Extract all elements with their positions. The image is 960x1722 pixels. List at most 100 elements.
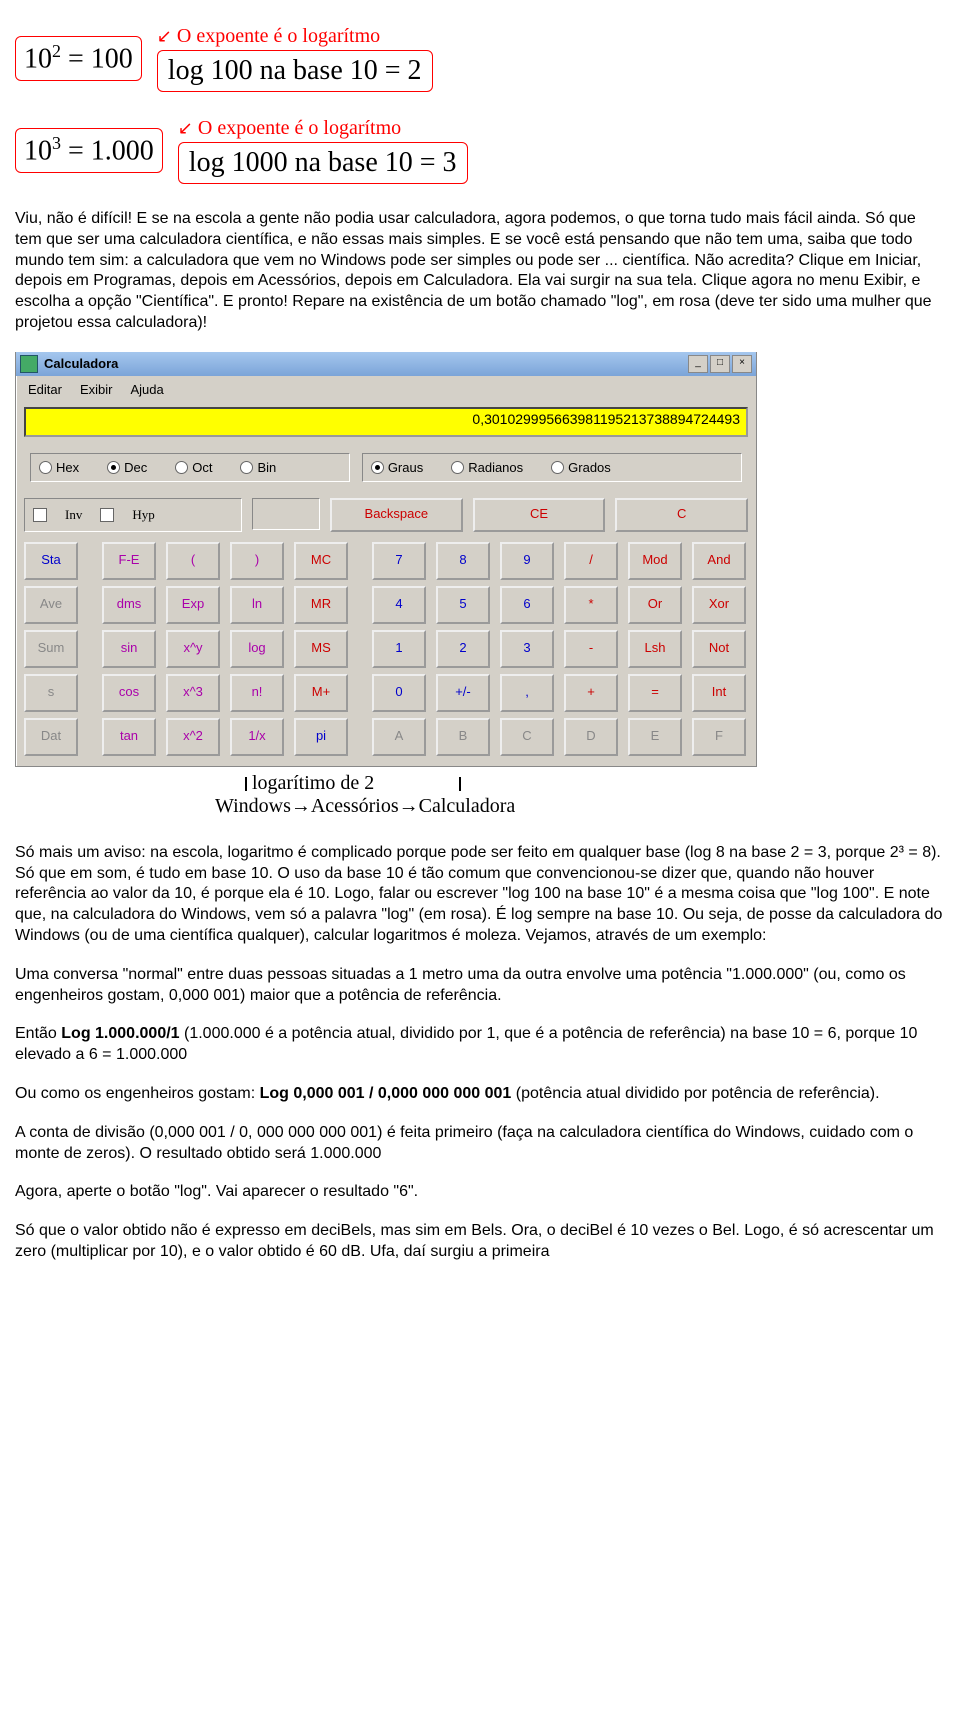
bold-log-2: Log 0,000 001 / 0,000 000 000 001 — [260, 1085, 512, 1102]
hyp-checkbox[interactable] — [100, 508, 114, 522]
equals-result: = 1.000 — [68, 136, 154, 167]
key-c[interactable]: C — [500, 718, 554, 756]
inv-checkbox[interactable] — [33, 508, 47, 522]
inv-hyp-group: Inv Hyp — [24, 498, 242, 532]
key-e[interactable]: E — [628, 718, 682, 756]
key-dms[interactable]: dms — [102, 586, 156, 624]
key-ave[interactable]: Ave — [24, 586, 78, 624]
maximize-button[interactable]: □ — [710, 355, 730, 373]
key-4[interactable]: 4 — [372, 586, 426, 624]
key-log[interactable]: log — [230, 630, 284, 668]
ce-button[interactable]: CE — [473, 498, 606, 532]
key-1[interactable]: 1 — [372, 630, 426, 668]
radio-bullet[interactable] — [240, 461, 253, 474]
key-[interactable]: * — [564, 586, 618, 624]
key-[interactable]: + — [564, 674, 618, 712]
radio-bullet[interactable] — [451, 461, 464, 474]
key-mod[interactable]: Mod — [628, 542, 682, 580]
key-and[interactable]: And — [692, 542, 746, 580]
radio-dec[interactable]: Dec — [107, 460, 147, 475]
key-[interactable]: = — [628, 674, 682, 712]
key-exp[interactable]: Exp — [166, 586, 220, 624]
menu-exibir[interactable]: Exibir — [80, 382, 113, 397]
key-m[interactable]: M+ — [294, 674, 348, 712]
key-a[interactable]: A — [372, 718, 426, 756]
key-ln[interactable]: ln — [230, 586, 284, 624]
radio-bullet[interactable] — [175, 461, 188, 474]
radio-radianos[interactable]: Radianos — [451, 460, 523, 475]
radio-hex[interactable]: Hex — [39, 460, 79, 475]
key-not[interactable]: Not — [692, 630, 746, 668]
radio-graus[interactable]: Graus — [371, 460, 423, 475]
key-n[interactable]: n! — [230, 674, 284, 712]
diagram-row-1: 102 = 100 ↙ O expoente é o logarítmo log… — [15, 25, 945, 92]
key-[interactable]: ( — [166, 542, 220, 580]
key-[interactable]: ) — [230, 542, 284, 580]
key-[interactable]: - — [564, 630, 618, 668]
menubar: Editar Exibir Ajuda — [16, 376, 756, 403]
callout-path: Windows→Acessórios→Calculadora — [215, 795, 945, 818]
key-f[interactable]: F — [692, 718, 746, 756]
key-or[interactable]: Or — [628, 586, 682, 624]
radio-bullet[interactable] — [107, 461, 120, 474]
key-pi[interactable]: pi — [294, 718, 348, 756]
arrow-icon: ↙ — [178, 118, 193, 138]
key-mc[interactable]: MC — [294, 542, 348, 580]
key-[interactable]: / — [564, 542, 618, 580]
radio-grados[interactable]: Grados — [551, 460, 611, 475]
radio-bullet[interactable] — [371, 461, 384, 474]
base: 10 — [24, 44, 52, 75]
key-xy[interactable]: x^y — [166, 630, 220, 668]
menu-ajuda[interactable]: Ajuda — [130, 382, 163, 397]
key-tan[interactable]: tan — [102, 718, 156, 756]
key-6[interactable]: 6 — [500, 586, 554, 624]
key-int[interactable]: Int — [692, 674, 746, 712]
key-sum[interactable]: Sum — [24, 630, 78, 668]
app-icon — [20, 355, 38, 373]
key-xor[interactable]: Xor — [692, 586, 746, 624]
key-sin[interactable]: sin — [102, 630, 156, 668]
key-sta[interactable]: Sta — [24, 542, 78, 580]
radio-bullet[interactable] — [39, 461, 52, 474]
key-0[interactable]: 0 — [372, 674, 426, 712]
paragraph-4: Então Log 1.000.000/1 (1.000.000 é a pot… — [15, 1024, 945, 1066]
callout-log2: logarítimo de 2 — [245, 772, 945, 795]
key-5[interactable]: 5 — [436, 586, 490, 624]
key-b[interactable]: B — [436, 718, 490, 756]
key-3[interactable]: 3 — [500, 630, 554, 668]
close-button[interactable]: × — [732, 355, 752, 373]
menu-editar[interactable]: Editar — [28, 382, 62, 397]
key-2[interactable]: 2 — [436, 630, 490, 668]
key-1x[interactable]: 1/x — [230, 718, 284, 756]
key-cos[interactable]: cos — [102, 674, 156, 712]
radio-label: Dec — [124, 460, 147, 475]
minimize-button[interactable]: _ — [688, 355, 708, 373]
radio-oct[interactable]: Oct — [175, 460, 212, 475]
log-diagram: 102 = 100 ↙ O expoente é o logarítmo log… — [15, 25, 945, 184]
key-ms[interactable]: MS — [294, 630, 348, 668]
radio-bin[interactable]: Bin — [240, 460, 276, 475]
key-9[interactable]: 9 — [500, 542, 554, 580]
equals-result: = 100 — [68, 44, 133, 75]
c-button[interactable]: C — [615, 498, 748, 532]
key-7[interactable]: 7 — [372, 542, 426, 580]
annotation-stack-1: ↙ O expoente é o logarítmo log 100 na ba… — [157, 25, 433, 92]
bold-log-1: Log 1.000.000/1 — [61, 1025, 179, 1042]
paragraph-5: Ou como os engenheiros gostam: Log 0,000… — [15, 1084, 945, 1105]
key-8[interactable]: 8 — [436, 542, 490, 580]
key-lsh[interactable]: Lsh — [628, 630, 682, 668]
key-[interactable]: +/- — [436, 674, 490, 712]
radio-label: Oct — [192, 460, 212, 475]
key-x3[interactable]: x^3 — [166, 674, 220, 712]
key-d[interactable]: D — [564, 718, 618, 756]
key-[interactable]: , — [500, 674, 554, 712]
radio-bullet[interactable] — [551, 461, 564, 474]
inv-hyp-row: Inv Hyp Backspace CE C — [24, 498, 748, 532]
key-mr[interactable]: MR — [294, 586, 348, 624]
key-s[interactable]: s — [24, 674, 78, 712]
key-dat[interactable]: Dat — [24, 718, 78, 756]
key-fe[interactable]: F-E — [102, 542, 156, 580]
backspace-button[interactable]: Backspace — [330, 498, 463, 532]
exponent: 2 — [52, 41, 61, 61]
key-x2[interactable]: x^2 — [166, 718, 220, 756]
